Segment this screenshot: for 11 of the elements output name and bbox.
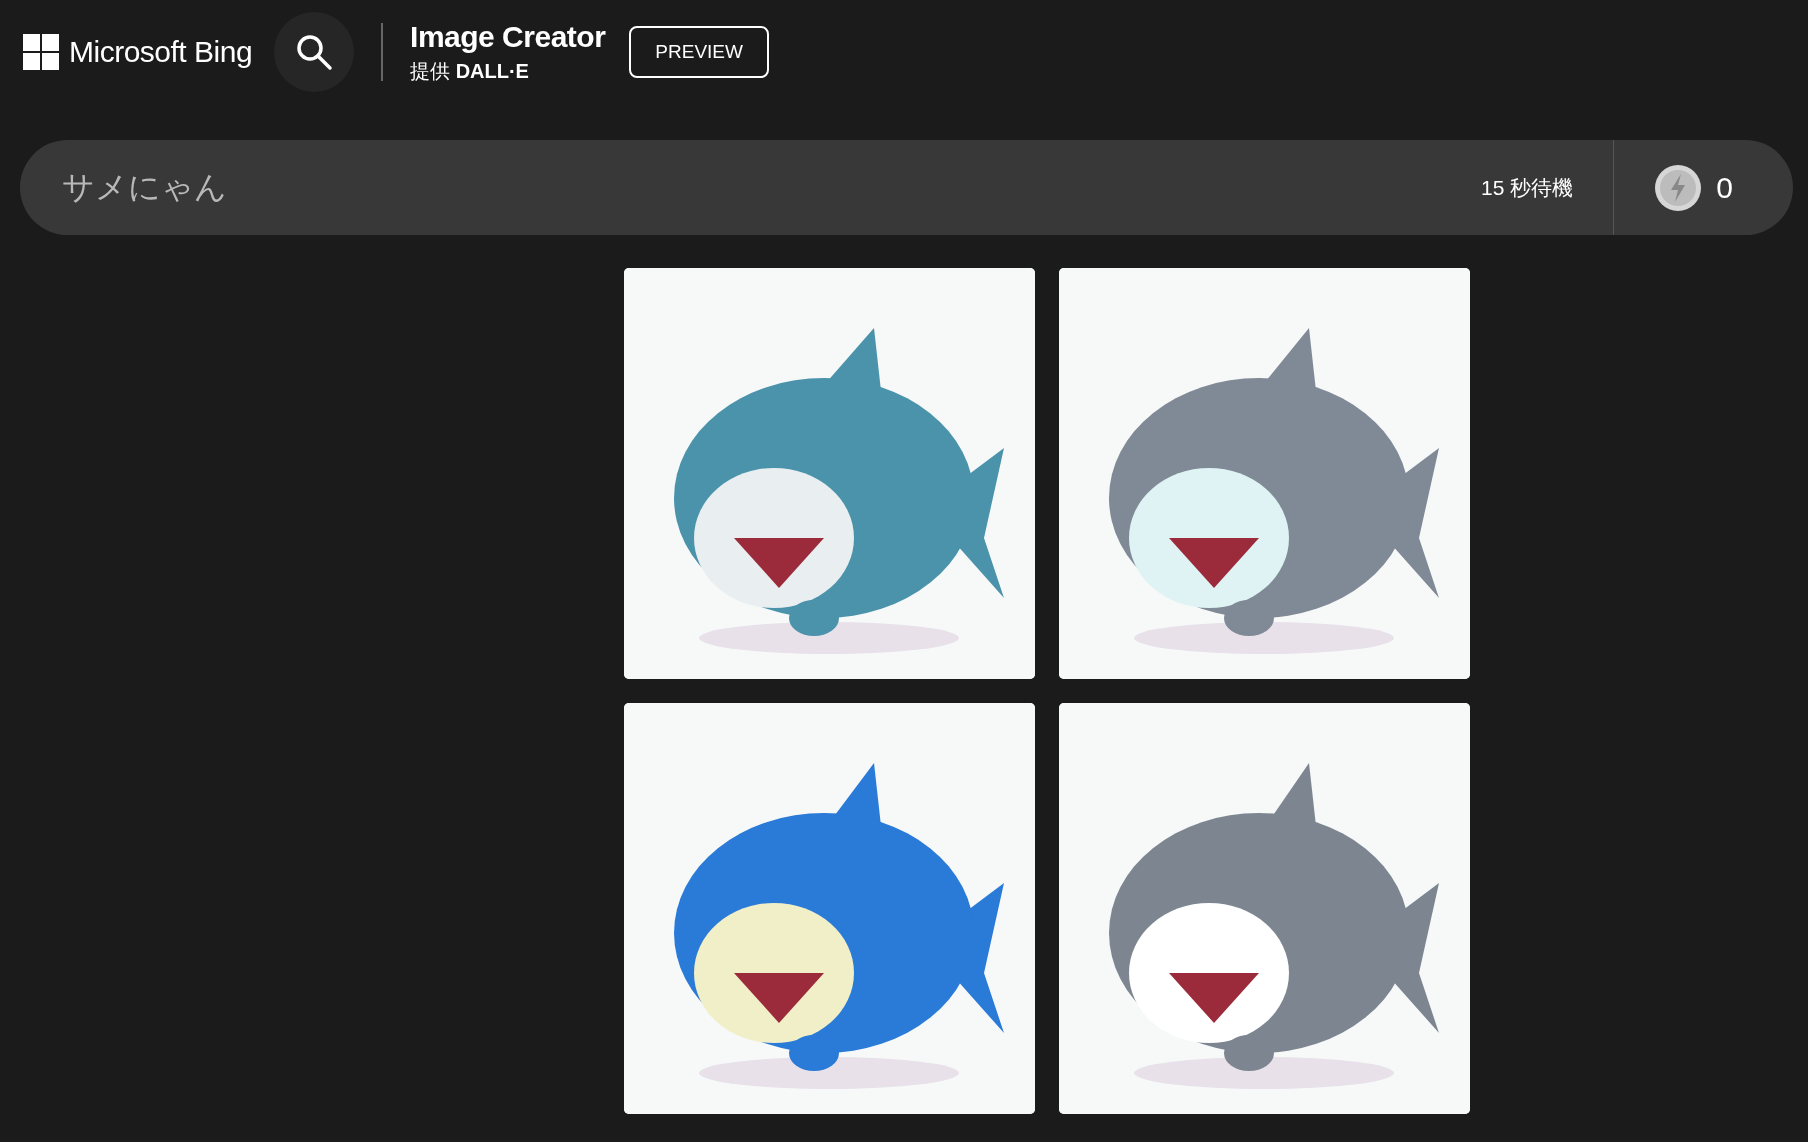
wait-status: 15 秒待機: [1481, 174, 1574, 201]
brand-name[interactable]: Microsoft Bing: [69, 35, 253, 69]
app-title: Image Creator: [410, 19, 606, 54]
boost-count: 0: [1716, 170, 1733, 205]
prompt-bar[interactable]: サメにゃん 15 秒待機 0: [20, 140, 1793, 235]
boost-coin-icon: [1654, 163, 1703, 212]
windows-logo-icon: [23, 34, 59, 70]
prompt-field[interactable]: サメにゃん: [20, 139, 1482, 236]
app-subtitle: 提供 DALL·E: [410, 58, 530, 84]
search-icon: [295, 33, 334, 71]
preview-badge: PREVIEW: [629, 26, 769, 78]
